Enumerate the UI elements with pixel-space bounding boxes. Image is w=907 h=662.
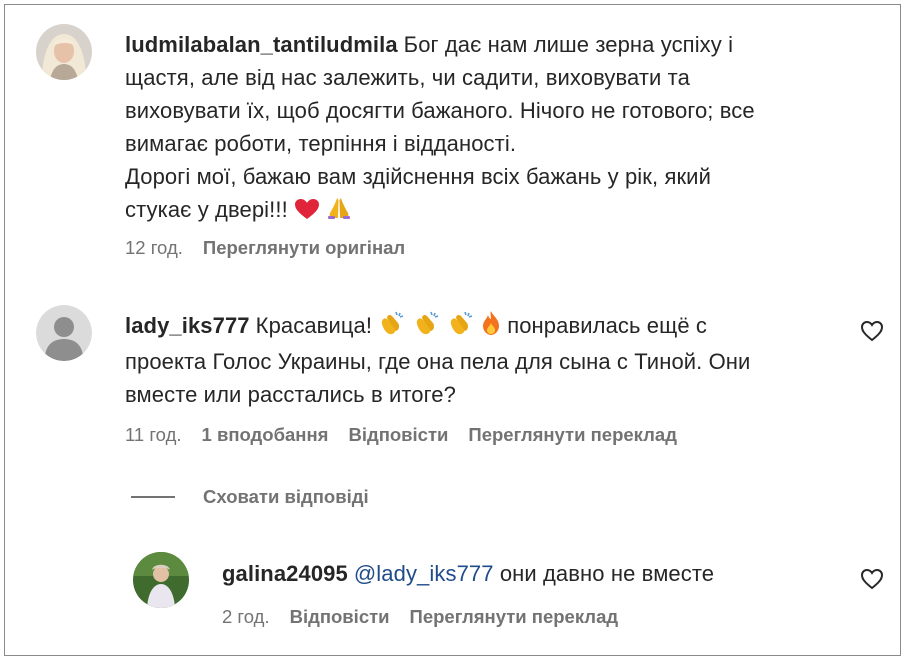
hide-replies-button[interactable]: Сховати відповіді [131, 484, 369, 510]
comment-line: щастя, але від нас залежить, чи садити, … [125, 65, 690, 90]
red-heart-icon [294, 196, 320, 229]
comment-line: Бог дає нам лише зерна успіху і [403, 32, 734, 57]
comment-line: вместе или расстались в итоге? [125, 382, 456, 407]
comment-text: lady_iks777 Красавица! понравилась ещё с … [125, 309, 855, 411]
likes-count-button[interactable]: 1 вподобання [202, 424, 329, 445]
fire-icon [481, 310, 501, 345]
comment-time: 11 год. [125, 424, 182, 445]
comment-meta: 12 год. Переглянути оригінал [125, 237, 425, 259]
reply-time: 2 год. [222, 606, 270, 627]
comment-line: вимагає роботи, терпіння і відданості. [125, 131, 517, 156]
avatar[interactable] [36, 24, 92, 80]
comment-username[interactable]: ludmilabalan_tantiludmila [125, 32, 398, 57]
comment-username[interactable]: lady_iks777 [125, 313, 250, 338]
comment-line: Дорогі мої, бажаю вам здійснення всіх ба… [125, 164, 711, 189]
clapping-hands-icon [447, 310, 475, 345]
comment-time: 12 год. [125, 237, 183, 258]
see-translation-button[interactable]: Переглянути переклад [410, 606, 619, 627]
mention-link[interactable]: @lady_iks777 [354, 561, 494, 586]
like-heart-icon[interactable] [860, 568, 884, 590]
comment-line: виховувати їх, щоб досягти бажаного. Ніч… [125, 98, 755, 123]
hide-replies-label: Сховати відповіді [203, 486, 369, 507]
reply-meta: 2 год. Відповісти Переглянути переклад [222, 606, 638, 628]
folded-hands-icon [326, 196, 352, 229]
avatar[interactable] [36, 305, 92, 361]
clapping-hands-icon [378, 310, 406, 345]
comment-line: стукає у двері!!! [125, 197, 288, 222]
reply-text: galina24095 @lady_iks777 они давно не вме… [222, 557, 842, 590]
user-photo-icon [36, 24, 92, 80]
reply-button[interactable]: Відповісти [348, 424, 448, 445]
see-translation-button[interactable]: Переглянути переклад [468, 424, 677, 445]
comment-line: понравилась ещё с [507, 313, 707, 338]
comment-line: проекта Голос Украины, где она пела для … [125, 349, 751, 374]
reply-message: они давно не вместе [499, 561, 715, 586]
user-photo-icon [133, 552, 189, 608]
reply-button[interactable]: Відповісти [290, 606, 390, 627]
comment-line: Красавица! [255, 313, 373, 338]
clapping-hands-icon [413, 310, 441, 345]
comment-meta: 11 год. 1 вподобання Відповісти Переглянути… [125, 424, 697, 446]
see-original-button[interactable]: Переглянути оригінал [203, 237, 405, 258]
comment-text: ludmilabalan_tantiludmila Бог дає нам лиш… [125, 28, 865, 229]
like-heart-icon[interactable] [860, 320, 884, 342]
reply-username[interactable]: galina24095 [222, 561, 348, 586]
default-avatar-icon [36, 305, 92, 361]
avatar[interactable] [133, 552, 189, 608]
divider-line [131, 496, 175, 498]
